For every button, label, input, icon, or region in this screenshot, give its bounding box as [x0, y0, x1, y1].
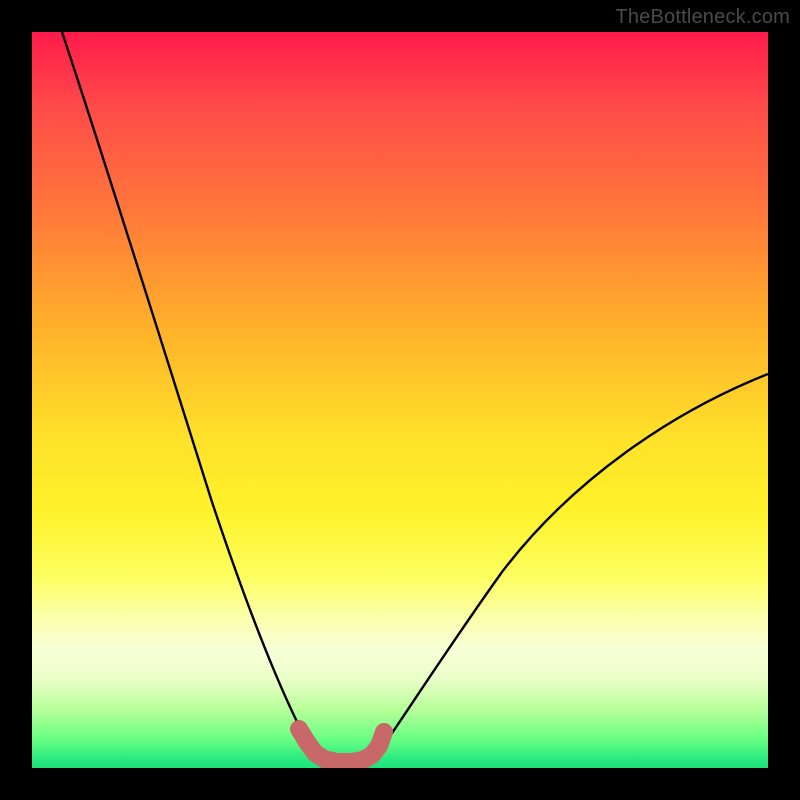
highlight-dots — [299, 729, 384, 762]
chart-frame: TheBottleneck.com — [0, 0, 800, 800]
bottleneck-curve — [62, 32, 768, 762]
attribution-label: TheBottleneck.com — [615, 6, 790, 29]
plot-area — [32, 32, 768, 768]
curve-layer — [32, 32, 768, 768]
